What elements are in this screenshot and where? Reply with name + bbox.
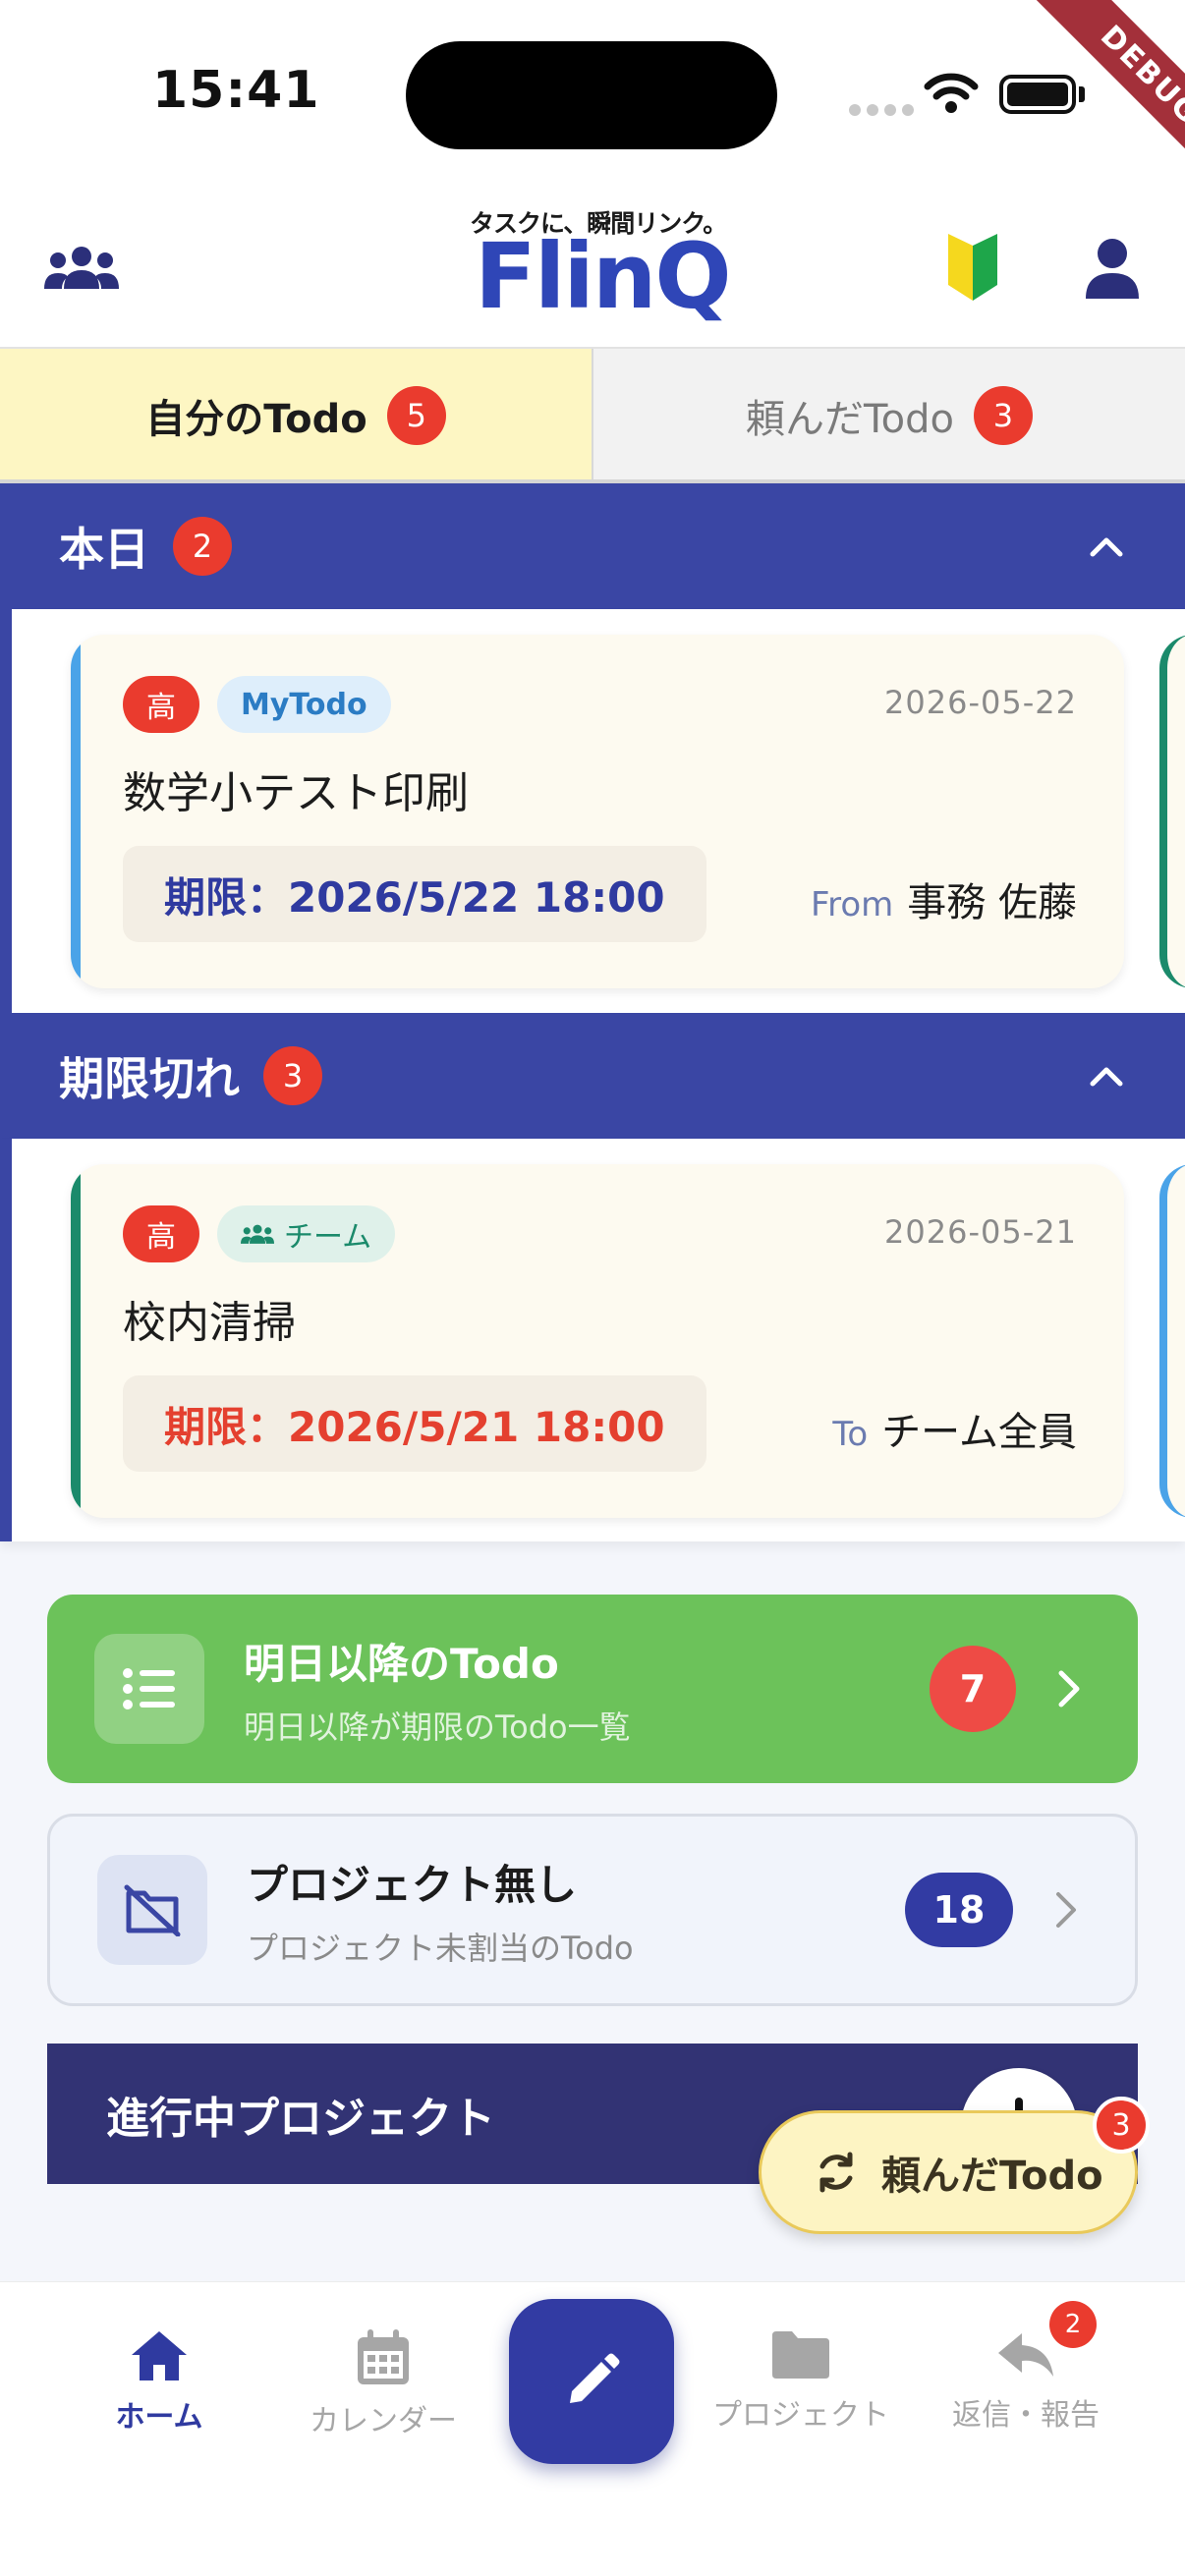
chevron-right-icon <box>1058 1670 1080 1708</box>
tab-count-badge: 3 <box>973 385 1033 445</box>
section-title: 期限切れ <box>59 1052 240 1105</box>
future-todo-text: 明日以降のTodo 明日以降が期限のTodo一覧 <box>244 1631 631 1748</box>
pencil-icon <box>570 2353 620 2403</box>
section-stripe <box>0 1139 12 1541</box>
next-card-peek[interactable] <box>1159 1164 1185 1518</box>
app-header: タスクに、瞬間リンク。 FlinQ <box>0 187 1185 349</box>
list-icon <box>123 1668 175 1709</box>
no-project-text: プロジェクト無し プロジェクト未割当のTodo <box>247 1852 634 1969</box>
deadline-box: 期限：2026/5/22 18:00 <box>123 846 706 942</box>
team-icon[interactable] <box>44 246 119 289</box>
dynamic-island <box>406 41 777 149</box>
tab-my-todo[interactable]: 自分のTodo 5 <box>0 349 592 481</box>
card-title: 校内清掃 <box>123 1298 296 1348</box>
no-project-title: プロジェクト無し <box>247 1860 578 1909</box>
no-project-subtitle: プロジェクト未割当のTodo <box>247 1929 634 1967</box>
card-chips: 高 チーム <box>123 1205 396 1262</box>
card-chips: 高 MyTodo <box>123 676 391 733</box>
reply-icon <box>998 2333 1053 2377</box>
tab-count-badge: 5 <box>386 385 446 445</box>
priority-chip: 高 <box>123 676 199 733</box>
card-date: 2026-05-21 <box>884 1213 1077 1251</box>
user-icon[interactable] <box>1084 238 1141 299</box>
nav-project-label: プロジェクト <box>712 2398 889 2433</box>
card-edge <box>71 635 81 988</box>
card-from: From 事務 佐藤 <box>811 870 1077 927</box>
nav-reply[interactable]: 返信・報告 <box>928 2329 1124 2434</box>
future-todo-count: 7 <box>930 1646 1016 1732</box>
cellular-signal-icon <box>849 104 914 116</box>
reply-count-badge: 2 <box>1049 2301 1097 2348</box>
create-todo-button[interactable] <box>509 2299 674 2464</box>
chevron-up-icon[interactable] <box>1087 1060 1126 1090</box>
to-label: To <box>832 1415 869 1454</box>
nav-calendar[interactable]: カレンダー <box>285 2329 481 2439</box>
priority-chip: 高 <box>123 1205 199 1262</box>
section-title: 本日 <box>59 523 149 576</box>
future-todo-title: 明日以降のTodo <box>244 1639 559 1688</box>
no-folder-icon-box <box>97 1855 207 1965</box>
sync-icon <box>819 2152 853 2193</box>
future-todo-subtitle: 明日以降が期限のTodo一覧 <box>244 1708 631 1746</box>
tab-label: 自分のTodo <box>145 396 367 442</box>
status-time: 15:41 <box>152 61 320 120</box>
requested-todo-fab[interactable]: 頼んだTodo <box>759 2110 1138 2234</box>
from-label: From <box>811 885 894 924</box>
battery-tip <box>1079 86 1085 102</box>
battery-icon <box>999 75 1076 114</box>
team-icon <box>241 1224 274 1244</box>
nav-reply-label: 返信・報告 <box>952 2398 1100 2433</box>
section-today-header[interactable]: 本日 2 <box>0 483 1185 609</box>
nav-home-label: ホーム <box>115 2400 203 2435</box>
folder-icon <box>772 2331 829 2379</box>
team-chip-label: チーム <box>284 1220 372 1255</box>
card-date: 2026-05-22 <box>884 684 1077 721</box>
todo-card[interactable]: 高 MyTodo 2026-05-22 数学小テスト印刷 期限：2026/5/2… <box>71 635 1124 988</box>
section-overdue-body: 高 チーム 2026-05-21 校内清掃 期限：2026/5/21 18:00… <box>0 1139 1185 1541</box>
requested-todo-label: 頼んだTodo <box>881 2154 1103 2199</box>
section-stripe <box>0 609 12 1014</box>
tab-requested-todo[interactable]: 頼んだTodo 3 <box>592 349 1185 481</box>
app-logo: FlinQ <box>475 224 732 329</box>
card-to: To チーム全員 <box>832 1400 1077 1457</box>
no-project-card[interactable]: プロジェクト無し プロジェクト未割当のTodo 18 <box>47 1814 1138 2006</box>
beginner-mark-icon[interactable] <box>946 234 999 301</box>
wifi-icon <box>924 73 979 113</box>
chevron-right-icon <box>1056 1892 1076 1928</box>
card-title: 数学小テスト印刷 <box>123 768 469 818</box>
mytodo-chip: MyTodo <box>217 676 391 733</box>
section-overdue-header[interactable]: 期限切れ 3 <box>0 1013 1185 1139</box>
from-person: 事務 佐藤 <box>907 880 1077 925</box>
team-chip: チーム <box>217 1205 396 1262</box>
section-count-badge: 2 <box>173 517 232 576</box>
home-icon <box>132 2331 187 2380</box>
section-count-badge: 3 <box>263 1046 322 1105</box>
todo-card[interactable]: 高 チーム 2026-05-21 校内清掃 期限：2026/5/21 18:00… <box>71 1164 1124 1518</box>
requested-todo-badge: 3 <box>1093 2097 1150 2154</box>
folder-off-icon <box>124 1884 181 1936</box>
chevron-up-icon[interactable] <box>1087 531 1126 560</box>
to-person: チーム全員 <box>881 1410 1077 1455</box>
next-card-peek[interactable] <box>1159 635 1185 988</box>
future-todo-card[interactable]: 明日以降のTodo 明日以降が期限のTodo一覧 7 <box>47 1595 1138 1783</box>
deadline-box: 期限：2026/5/21 18:00 <box>123 1375 706 1472</box>
list-icon-box <box>94 1634 204 1744</box>
nav-home[interactable]: ホーム <box>61 2329 257 2436</box>
no-project-count: 18 <box>905 1873 1013 1947</box>
card-edge <box>71 1164 81 1518</box>
nav-project[interactable]: プロジェクト <box>703 2329 899 2434</box>
section-today-body: 高 MyTodo 2026-05-22 数学小テスト印刷 期限：2026/5/2… <box>0 609 1185 1014</box>
tab-label: 頼んだTodo <box>746 396 954 442</box>
nav-calendar-label: カレンダー <box>310 2404 457 2438</box>
calendar-icon <box>358 2329 409 2384</box>
todo-tabs: 自分のTodo 5 頼んだTodo 3 <box>0 349 1185 481</box>
